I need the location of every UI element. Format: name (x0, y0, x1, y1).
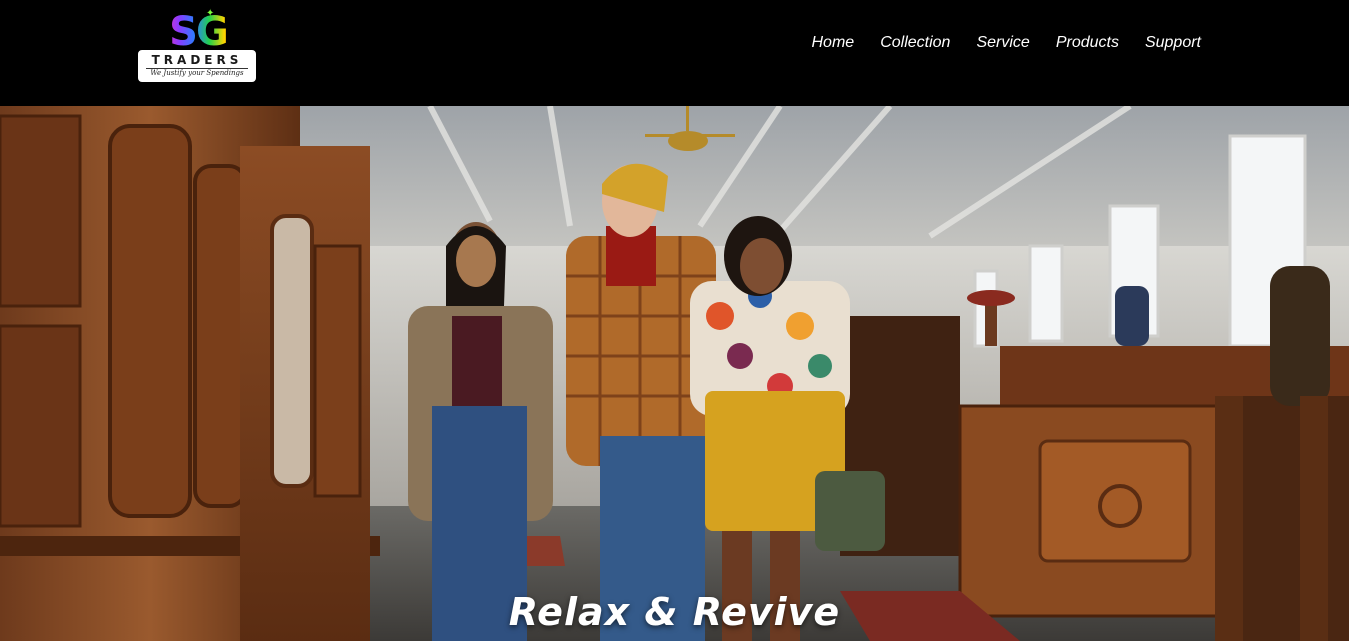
nav-collection[interactable]: Collection (880, 33, 950, 53)
nav-support[interactable]: Support (1145, 33, 1201, 53)
logo-plate: TRADERS We Justify your Spendings (138, 50, 256, 82)
hero-caption: Relax & Revive (508, 590, 841, 634)
main-nav: Home Collection Service Products Support (786, 33, 1202, 53)
site-header: SG ✦ TRADERS We Justify your Spendings H… (0, 0, 1349, 106)
hero-banner: Relax & Revive (0, 106, 1349, 641)
hero-image (0, 106, 1349, 641)
logo-crown-icon: ✦ (206, 8, 215, 19)
nav-service[interactable]: Service (976, 33, 1029, 53)
nav-home[interactable]: Home (812, 33, 855, 53)
logo-name: TRADERS (151, 53, 243, 67)
logo-letters: SG (160, 10, 236, 54)
brand-logo[interactable]: SG ✦ TRADERS We Justify your Spendings (138, 8, 256, 82)
logo-tagline: We Justify your Spendings (150, 69, 244, 77)
nav-products[interactable]: Products (1056, 33, 1119, 53)
